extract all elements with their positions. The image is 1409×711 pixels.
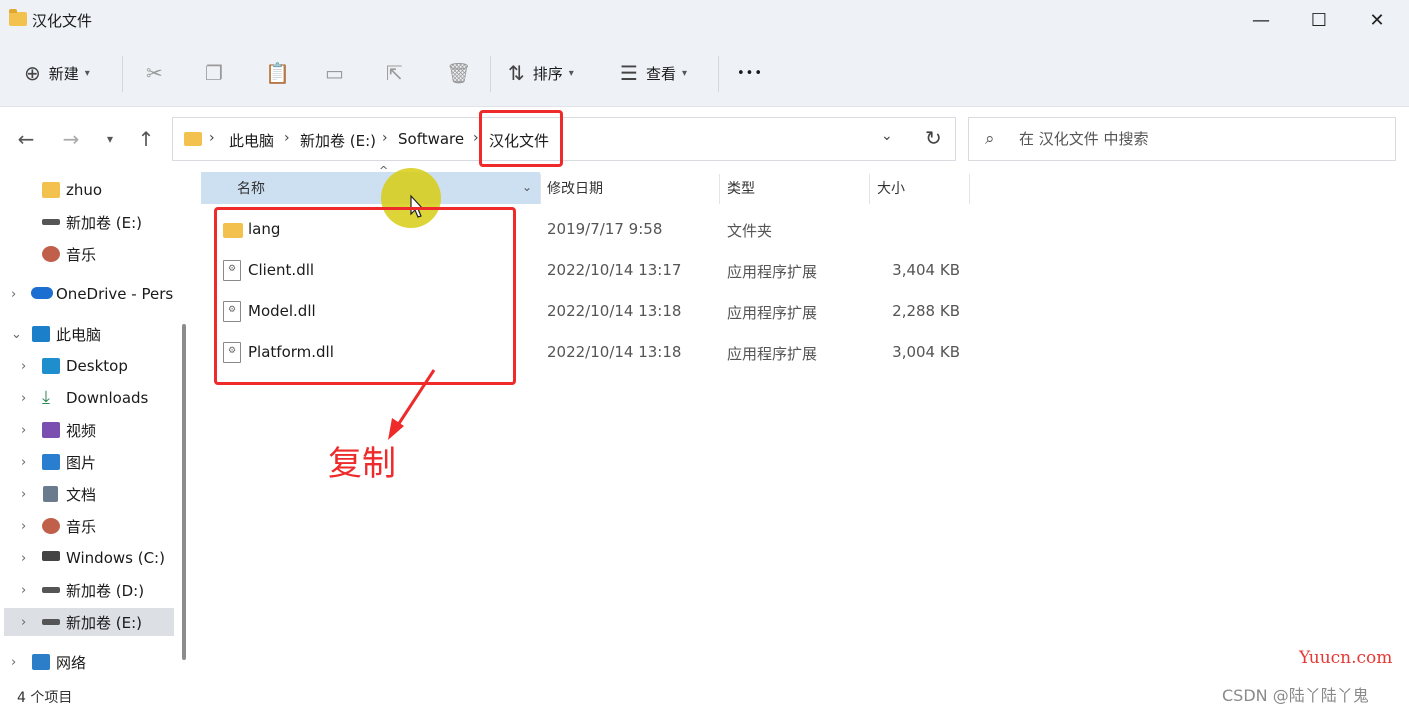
watermark-site: Yuucn.com [1299, 648, 1393, 668]
status-item-count: 4 个项目 [17, 690, 73, 706]
annotation-box-current-folder [479, 110, 563, 167]
annotation-box-files [214, 207, 516, 385]
annotation-overlay [388, 194, 436, 440]
annotation-copy-label: 复制 [328, 444, 396, 484]
watermark-author: CSDN @陆丫陆丫鬼 [1222, 686, 1369, 705]
